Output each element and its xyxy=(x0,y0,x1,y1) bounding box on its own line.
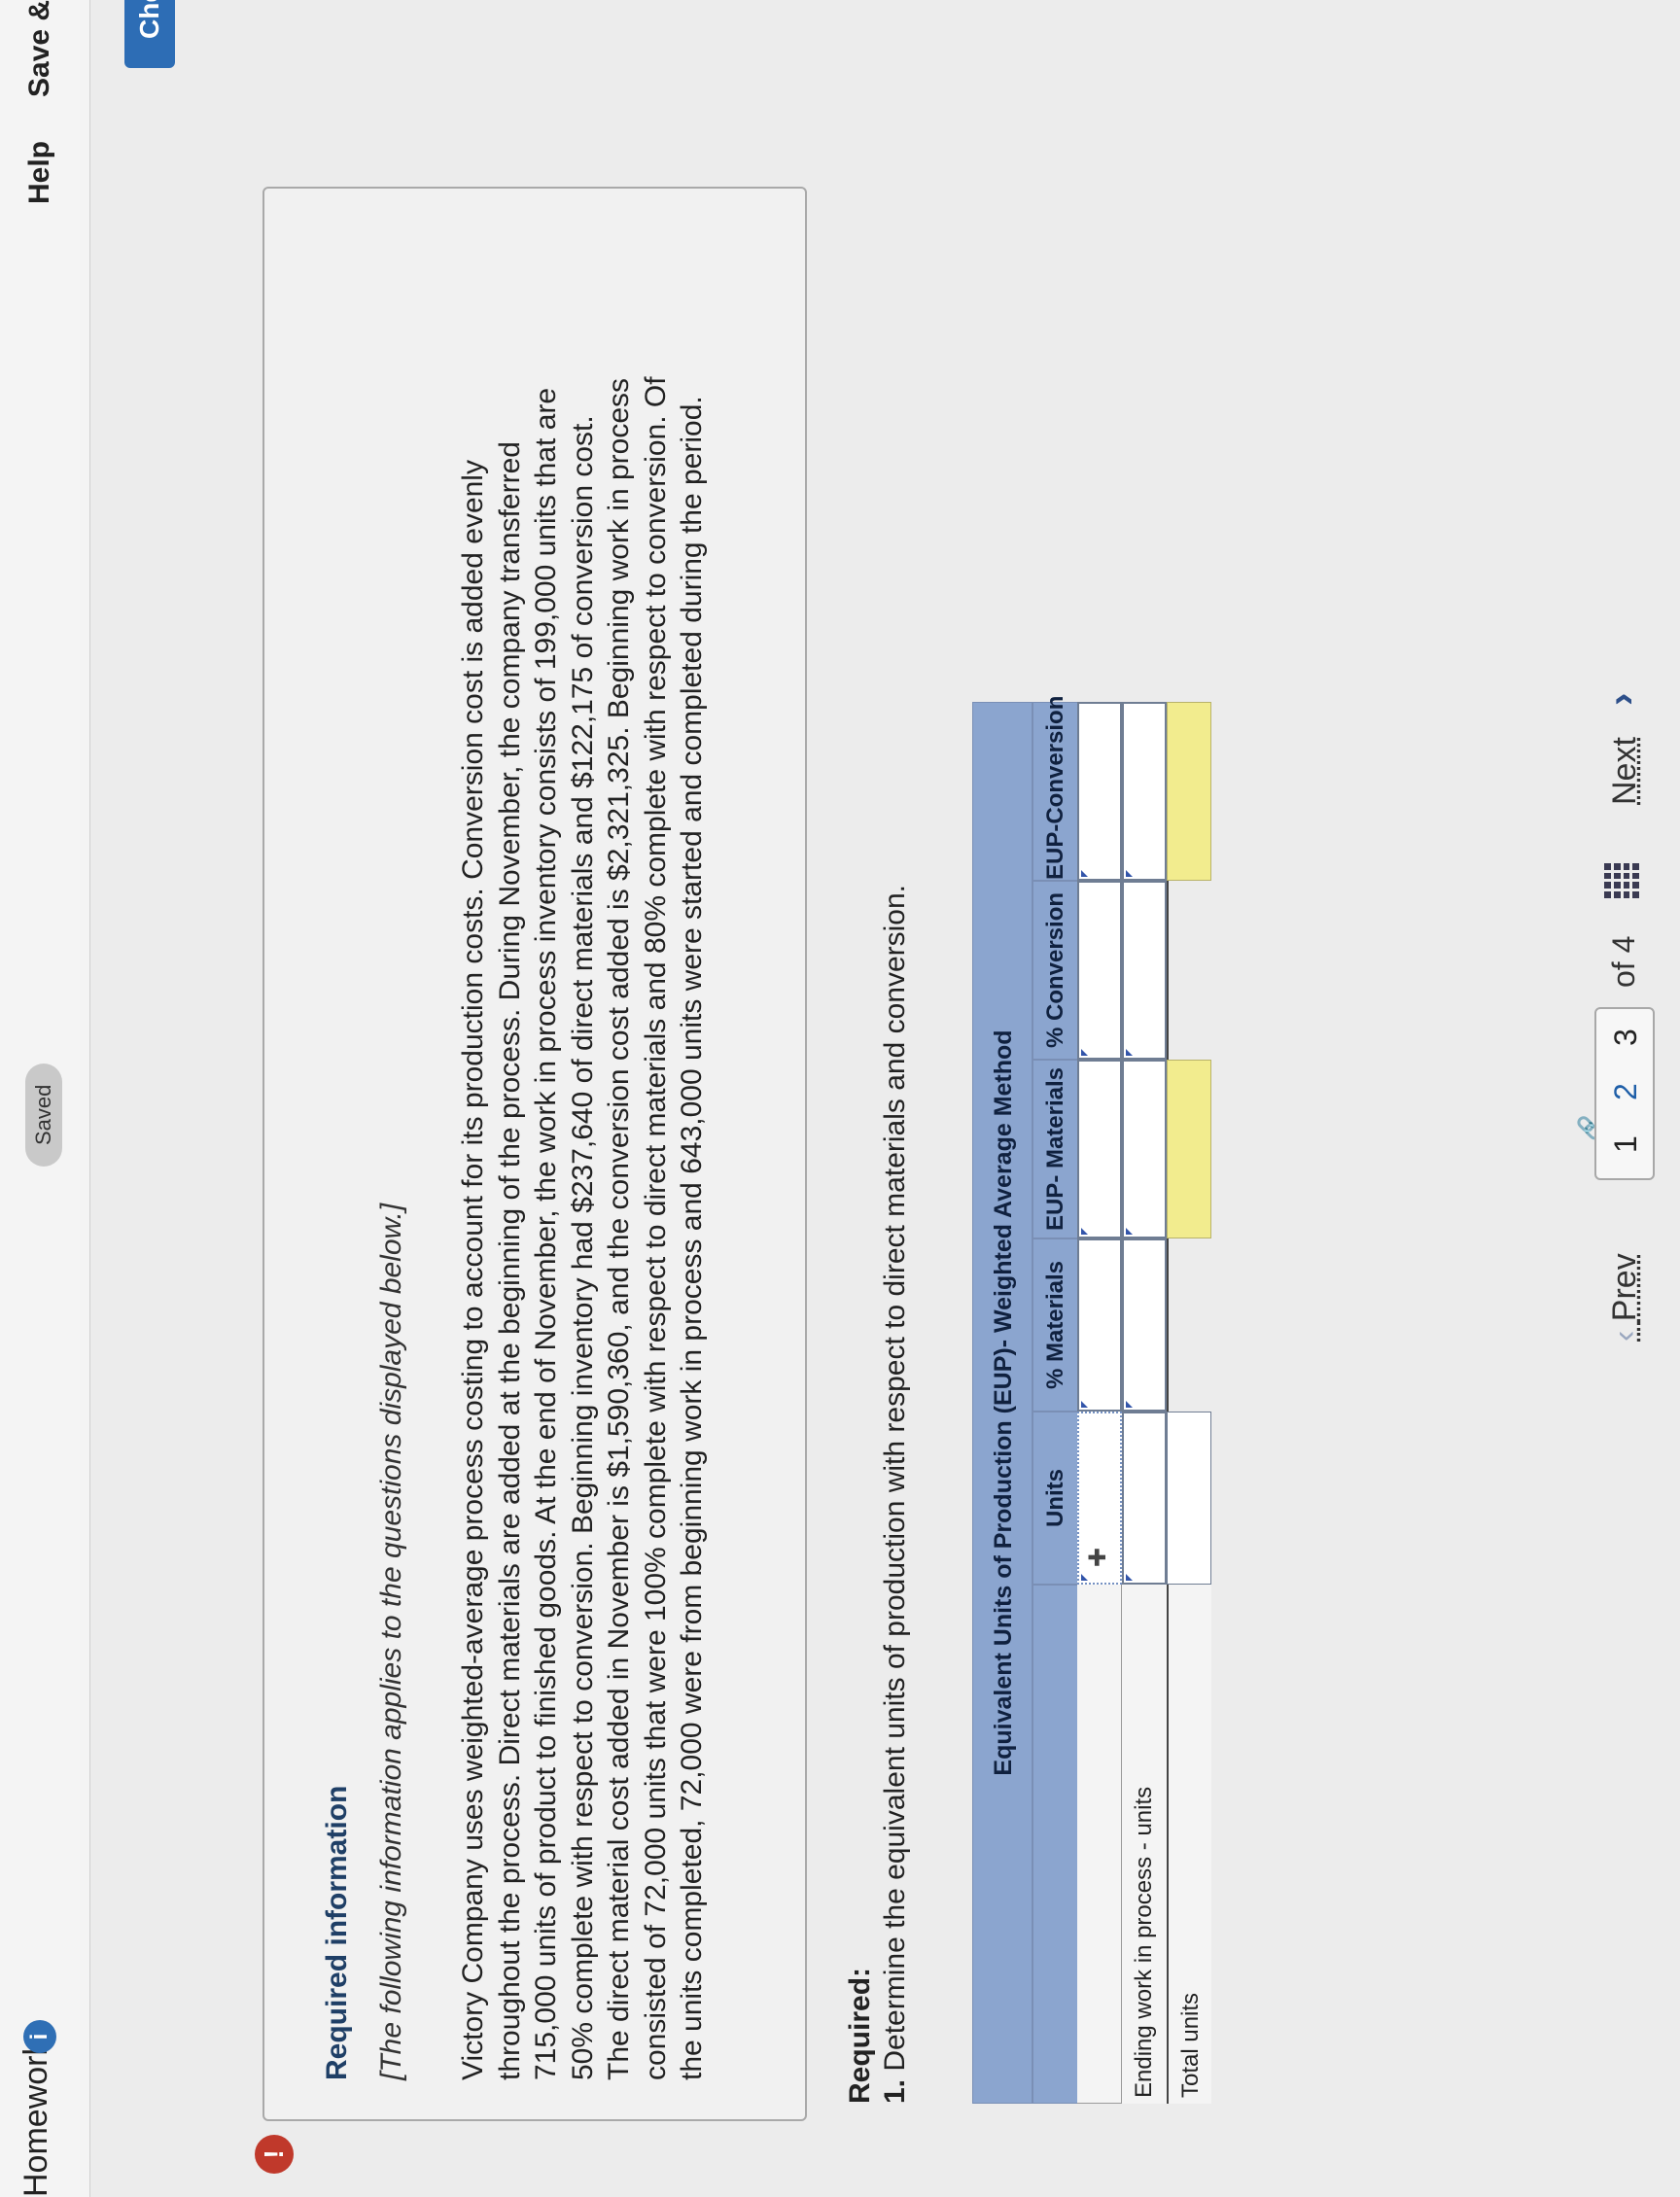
header-pct-materials: % Materials xyxy=(1032,1238,1077,1412)
question-body: Determine the equivalent units of produc… xyxy=(879,884,911,2072)
next-button[interactable]: Next xyxy=(1606,737,1644,805)
units-input-row1[interactable]: ✚ xyxy=(1077,1412,1122,1585)
help-button[interactable]: Help xyxy=(23,141,56,204)
required-information-box: Required information [The following info… xyxy=(262,187,807,2121)
pct-conversion-total-blank xyxy=(1167,881,1211,1060)
header-pct-conversion: % Conversion xyxy=(1032,881,1077,1060)
page-2-button[interactable]: 2 xyxy=(1608,1083,1644,1100)
eup-materials-total-cell[interactable] xyxy=(1167,1060,1211,1238)
eup-materials-input-row2[interactable] xyxy=(1122,1060,1167,1238)
units-input-row2[interactable] xyxy=(1122,1412,1167,1585)
top-bar: Homework i Saved Help Save & Exit xyxy=(0,0,90,2197)
saved-status-badge: Saved xyxy=(25,1063,62,1167)
pct-conversion-input-row2[interactable] xyxy=(1122,881,1167,1060)
eup-conversion-input-row1[interactable] xyxy=(1077,702,1122,881)
pct-materials-total-blank xyxy=(1167,1238,1211,1412)
table-title: Equivalent Units of Production (EUP)- We… xyxy=(972,702,1032,2104)
prev-label: Prev xyxy=(1606,1253,1643,1322)
header-eup-materials: EUP- Materials xyxy=(1032,1060,1077,1238)
pct-materials-input-row2[interactable] xyxy=(1122,1238,1167,1412)
info-circle-icon[interactable]: i xyxy=(23,2020,56,2053)
problem-paragraph: Victory Company uses weighted-average pr… xyxy=(457,376,708,2080)
units-total-cell[interactable] xyxy=(1167,1412,1211,1585)
check-button[interactable]: Check xyxy=(124,0,175,68)
row-label-ending-wip: Ending work in process - units xyxy=(1122,1585,1167,2104)
page-3-button[interactable]: 3 xyxy=(1608,1029,1644,1046)
header-eup-conversion: EUP-Conversion xyxy=(1032,696,1077,881)
page: Homework i Saved Help Save & Exit Check … xyxy=(0,0,1680,2197)
prev-button[interactable]: ‹ Prev xyxy=(1606,1253,1644,1342)
chevron-left-icon: ‹ xyxy=(1606,1330,1643,1342)
info-heading: Required information xyxy=(321,1785,353,2080)
row-label-empty xyxy=(1077,1585,1122,2104)
exclamation-icon: ! xyxy=(255,2135,294,2174)
pct-conversion-input-row1[interactable] xyxy=(1077,881,1122,1060)
chevron-right-icon[interactable]: › xyxy=(1600,693,1644,706)
eup-conversion-input-row2[interactable] xyxy=(1122,702,1167,881)
page-total: of 4 xyxy=(1606,935,1641,988)
header-blank xyxy=(1032,1585,1077,2104)
row-label-total-units: Total units xyxy=(1167,1585,1211,2104)
eup-conversion-total-cell[interactable] xyxy=(1167,702,1211,881)
page-1-button[interactable]: 1 xyxy=(1608,1135,1644,1153)
plus-cursor-icon: ✚ xyxy=(1085,1547,1111,1567)
info-note: [The following information applies to th… xyxy=(375,1203,407,2080)
eup-materials-input-row1[interactable] xyxy=(1077,1060,1122,1238)
grid-icon[interactable] xyxy=(1604,863,1639,898)
app-title: Homework xyxy=(18,2039,54,2197)
pct-materials-input-row1[interactable] xyxy=(1077,1238,1122,1412)
eup-table: Equivalent Units of Production (EUP)- We… xyxy=(972,696,1211,2104)
question-text: 1. Determine the equivalent units of pro… xyxy=(879,885,912,2104)
save-exit-button[interactable]: Save & Exit xyxy=(23,0,56,97)
page-selector: 1 2 3 xyxy=(1594,1007,1655,1180)
question-number: 1. xyxy=(879,2078,911,2104)
required-heading: Required: xyxy=(844,1967,876,2104)
pagination: ‹ Prev 🔗 1 2 3 of 4 Next › xyxy=(1575,0,1680,2197)
header-units: Units xyxy=(1032,1412,1077,1585)
